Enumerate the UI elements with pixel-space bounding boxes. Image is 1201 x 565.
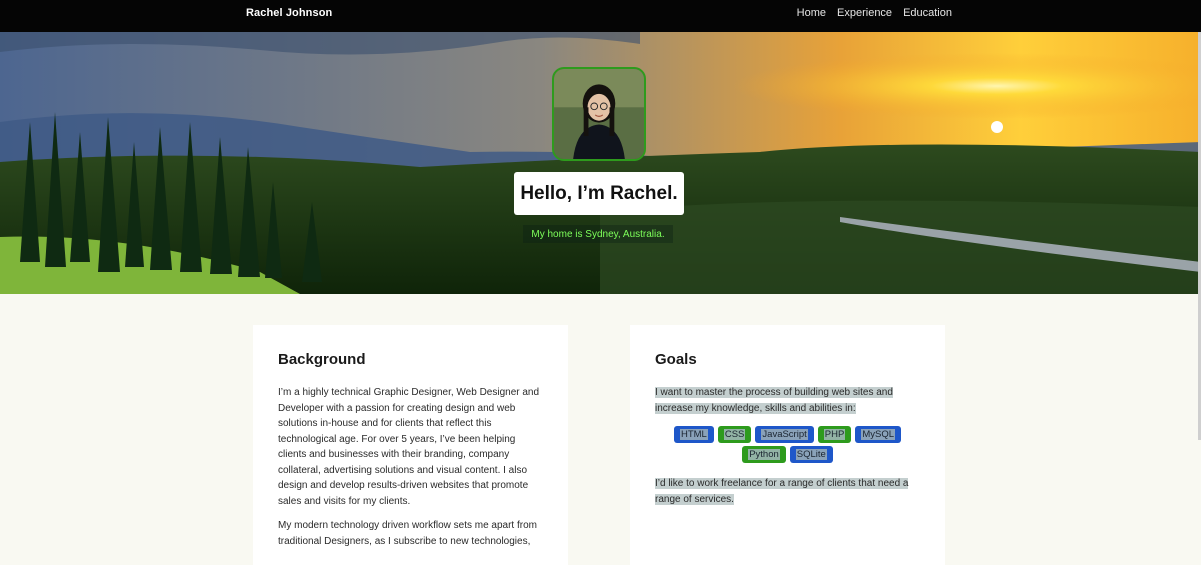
navbar: Rachel Johnson Home Experience Education [0, 0, 1201, 32]
hero-title-box: Hello, I’m Rachel. [514, 172, 684, 215]
goals-outro: I’d like to work freelance for a range o… [655, 476, 920, 507]
skill-badge-label: SQLite [795, 449, 827, 460]
profile-photo-image [554, 69, 644, 159]
nav-link-experience[interactable]: Experience [837, 7, 892, 19]
background-paragraph-2: My modern technology driven workflow set… [278, 520, 537, 547]
background-paragraph-1: I’m a highly technical Graphic Designer,… [278, 387, 540, 507]
hero-subtitle-box: My home is Sydney, Australia. [523, 225, 673, 243]
brand-link[interactable]: Rachel Johnson [246, 7, 332, 19]
skill-badge-mysql: MySQL [855, 426, 901, 443]
skill-badge-label: PHP [823, 429, 846, 440]
skill-badge-javascript: JavaScript [755, 426, 814, 443]
skill-badge-php: PHP [817, 426, 852, 443]
skill-badge-python: Python [742, 446, 786, 463]
skill-badges: HTML CSS JavaScript PHP MySQL Python SQL… [669, 426, 906, 463]
background-card: Background I’m a highly technical Graphi… [253, 325, 568, 565]
skill-badge-label: JavaScript [761, 429, 808, 440]
goals-intro-text: I want to master the process of building… [655, 387, 893, 414]
skill-badge-label: Python [748, 449, 780, 460]
skill-badge-label: MySQL [861, 429, 895, 440]
goals-intro: I want to master the process of building… [655, 385, 920, 416]
goals-heading: Goals [655, 351, 697, 368]
nav-link-home[interactable]: Home [797, 7, 826, 19]
nav-links: Home Experience Education [797, 7, 952, 19]
skill-badge-sqlite: SQLite [789, 446, 833, 463]
hero-banner: Hello, I’m Rachel. My home is Sydney, Au… [0, 32, 1201, 294]
skill-badge-css: CSS [717, 426, 752, 443]
background-heading: Background [278, 351, 366, 368]
profile-photo [552, 67, 646, 161]
skill-badge-html: HTML [673, 426, 714, 443]
nav-link-education[interactable]: Education [903, 7, 952, 19]
hero-subtitle: My home is Sydney, Australia. [531, 228, 665, 240]
skill-badge-label: HTML [679, 429, 708, 440]
goals-outro-text: I’d like to work freelance for a range o… [655, 478, 909, 505]
goals-card: Goals I want to master the process of bu… [630, 325, 945, 565]
hero-title: Hello, I’m Rachel. [520, 182, 678, 204]
skill-badge-label: CSS [723, 429, 746, 440]
